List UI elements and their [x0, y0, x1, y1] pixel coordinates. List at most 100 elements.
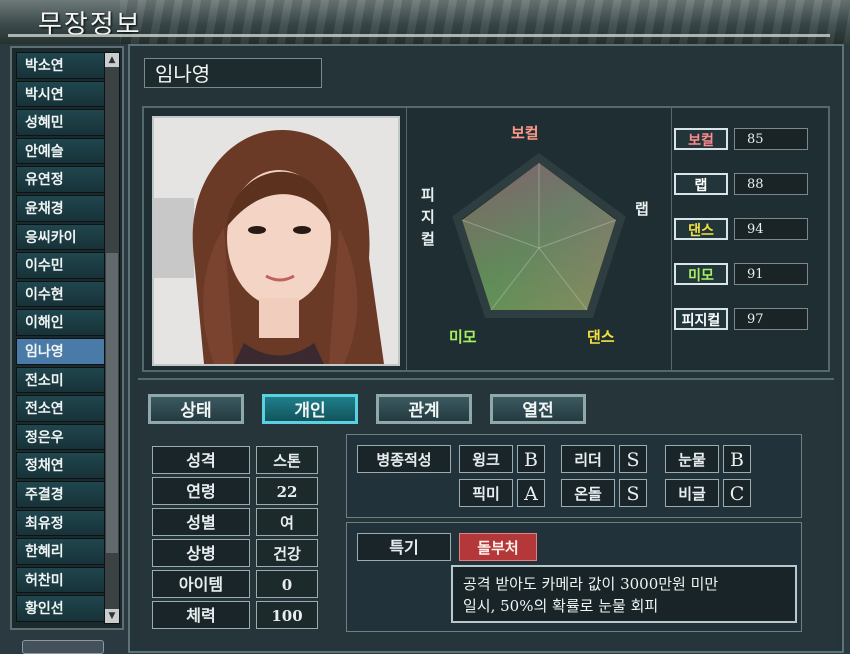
title-bar: 무장정보: [0, 0, 850, 44]
aptitude-grade: A: [517, 479, 545, 507]
roster-item[interactable]: 정은우: [16, 423, 110, 451]
special-description-line1: 공격 받아도 카메라 값이 3000만원 미만: [463, 575, 719, 593]
tab-1[interactable]: 상태: [148, 394, 244, 424]
tab-2[interactable]: 개인: [262, 394, 358, 424]
special-description: 공격 받아도 카메라 값이 3000만원 미만 일시, 50%의 확률로 눈물 …: [451, 565, 797, 623]
stat-value: 88: [734, 173, 808, 195]
portrait-drawing: [154, 118, 398, 364]
main-panel: 임나영 보컬 랩 댄스 미모 피지컬 보컬 85 랩 88 댄스 94 미모 9…: [128, 44, 844, 653]
special-skill-box: 특기 돌부처 공격 받아도 카메라 값이 3000만원 미만 일시, 50%의 …: [346, 522, 802, 632]
attribute-row: 성별 여: [152, 508, 318, 538]
attribute-value: 0: [256, 570, 318, 598]
aptitude-box: 병종적성 윙크 B 리더 S 눈물 B 픽미 A 온돌 S 비글 C: [346, 434, 802, 518]
stat-row: 랩 88: [674, 173, 814, 197]
attribute-label: 체력: [152, 601, 250, 629]
roster-item[interactable]: 응씨카이: [16, 223, 110, 251]
roster-item[interactable]: 이수민: [16, 252, 110, 279]
attribute-row: 성격 스톤: [152, 446, 318, 476]
aptitude-name: 눈물: [665, 445, 719, 473]
roster-item[interactable]: 최유정: [16, 509, 110, 537]
tab-4[interactable]: 열전: [490, 394, 586, 424]
attribute-row: 아이템 0: [152, 570, 318, 600]
attribute-label: 상병: [152, 539, 250, 567]
aptitude-grade: S: [619, 445, 647, 473]
roster-item[interactable]: 한혜리: [16, 538, 110, 565]
detail-panel: 상태 개인 관계 열전 성격 스톤 연령 22 성별 여 상병 건강 아이템 0 체력 100 병종적성 윙…: [138, 378, 834, 650]
aptitude-name: 픽미: [459, 479, 513, 507]
attribute-value: 건강: [256, 539, 318, 567]
roster-item[interactable]: 성혜민: [16, 109, 110, 136]
attribute-value: 100: [256, 601, 318, 629]
radar-chart: 보컬 랩 댄스 미모 피지컬: [406, 108, 672, 370]
title-decoration: [120, 0, 850, 44]
roster-list: 박소연 박시연 성혜민 안예슬 유연정 윤채경 응씨카이 이수민 이수현 이해인 임나영 전소미 전소연…: [16, 52, 110, 624]
special-label: 특기: [357, 533, 451, 561]
tab-3[interactable]: 관계: [376, 394, 472, 424]
roster-bottom-button[interactable]: [22, 640, 104, 654]
aptitude-grade: C: [723, 479, 751, 507]
roster-item[interactable]: 안예슬: [16, 137, 110, 165]
roster-item[interactable]: 윤채경: [16, 194, 110, 222]
attribute-row: 연령 22: [152, 477, 318, 507]
scroll-thumb[interactable]: [106, 253, 118, 553]
roster-item[interactable]: 정채연: [16, 452, 110, 479]
radar-label-physical: 피지컬: [421, 186, 435, 248]
scroll-down-icon[interactable]: ▼: [105, 609, 119, 623]
radar-label-vocal: 보컬: [511, 124, 539, 142]
radar-svg: [452, 153, 626, 318]
profile-panel: 보컬 랩 댄스 미모 피지컬 보컬 85 랩 88 댄스 94 미모 91 피지컬 97: [142, 106, 830, 372]
stat-label: 피지컬: [674, 308, 728, 330]
attribute-label: 성격: [152, 446, 250, 474]
roster-item[interactable]: 주결경: [16, 480, 110, 508]
stat-label: 댄스: [674, 218, 728, 240]
radar-label-rap: 랩: [635, 200, 649, 218]
aptitude-name: 온돌: [561, 479, 615, 507]
attribute-row: 체력 100: [152, 601, 318, 631]
roster-item[interactable]: 이해인: [16, 309, 110, 336]
aptitude-title: 병종적성: [357, 445, 451, 473]
character-name: 임나영: [144, 58, 322, 88]
stat-label: 랩: [674, 173, 728, 195]
attribute-row: 상병 건강: [152, 539, 318, 569]
attribute-label: 아이템: [152, 570, 250, 598]
stat-value: 97: [734, 308, 808, 330]
roster-item[interactable]: 유연정: [16, 166, 110, 193]
radar-label-looks: 미모: [449, 328, 477, 346]
aptitude-grade: B: [517, 445, 545, 473]
attribute-label: 연령: [152, 477, 250, 505]
aptitude-name: 리더: [561, 445, 615, 473]
stat-row: 미모 91: [674, 263, 814, 287]
roster-item[interactable]: 이수현: [16, 280, 110, 308]
roster-item[interactable]: 전소연: [16, 395, 110, 422]
aptitude-grade: S: [619, 479, 647, 507]
roster-item[interactable]: 허찬미: [16, 566, 110, 594]
stat-value: 85: [734, 128, 808, 150]
attribute-label: 성별: [152, 508, 250, 536]
roster-scrollbar[interactable]: ▲ ▼: [104, 52, 120, 624]
aptitude-grade: B: [723, 445, 751, 473]
special-description-line2: 일시, 50%의 확률로 눈물 회피: [463, 597, 659, 615]
aptitude-name: 윙크: [459, 445, 513, 473]
roster-item[interactable]: 임나영: [16, 337, 110, 365]
stat-value: 91: [734, 263, 808, 285]
attribute-value: 22: [256, 477, 318, 505]
roster-item[interactable]: 박소연: [16, 52, 110, 79]
special-skill-badge: 돌부처: [459, 533, 537, 561]
attribute-value: 여: [256, 508, 318, 536]
stat-value: 94: [734, 218, 808, 240]
portrait-image: [152, 116, 400, 366]
attribute-value: 스톤: [256, 446, 318, 474]
roster-panel: 박소연 박시연 성혜민 안예슬 유연정 윤채경 응씨카이 이수민 이수현 이해인 임나영 전소미 전소연…: [10, 46, 124, 630]
roster-item[interactable]: 박시연: [16, 80, 110, 108]
title-divider: [8, 34, 830, 37]
roster-item[interactable]: 전소미: [16, 366, 110, 394]
stat-label: 미모: [674, 263, 728, 285]
roster-item[interactable]: 황인선: [16, 595, 110, 622]
stat-row: 피지컬 97: [674, 308, 814, 332]
scroll-up-icon[interactable]: ▲: [105, 53, 119, 67]
stat-row: 보컬 85: [674, 128, 814, 152]
radar-label-dance: 댄스: [587, 328, 615, 346]
aptitude-name: 비글: [665, 479, 719, 507]
stat-list: 보컬 85 랩 88 댄스 94 미모 91 피지컬 97: [674, 108, 824, 370]
stat-label: 보컬: [674, 128, 728, 150]
